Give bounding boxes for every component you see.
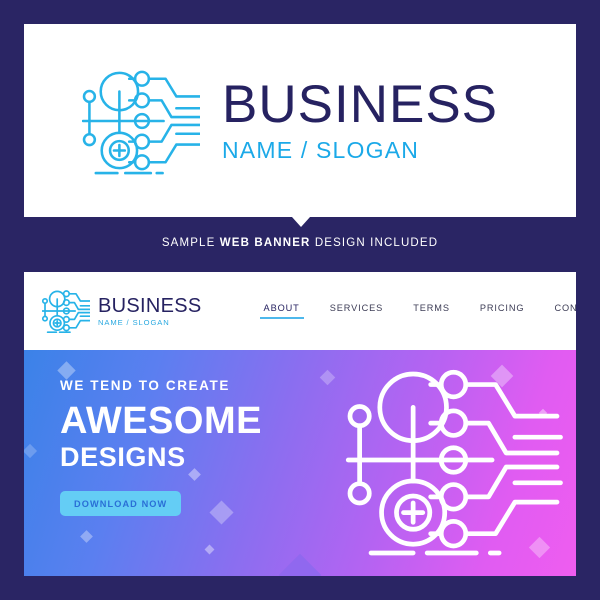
download-now-button[interactable]: DOWNLOAD NOW [60, 491, 182, 517]
nav-link-terms[interactable]: TERMS [413, 303, 450, 319]
decorative-diamond [24, 443, 38, 459]
network-nodes-icon [42, 290, 90, 334]
sample-banner-note: SAMPLE WEB BANNER DESIGN INCLUDED [0, 228, 600, 258]
nav-link-pricing[interactable]: PRICING [480, 303, 525, 319]
network-nodes-icon [345, 369, 563, 556]
sample-note-prefix: SAMPLE [161, 237, 220, 249]
network-nodes-icon [82, 70, 200, 174]
nav-link-contact[interactable]: CONTACT [554, 303, 576, 319]
navbar-brand-text: BUSINESS NAME / SLOGAN [98, 296, 202, 327]
hero-kicker: WE TEND TO CREATE [60, 378, 230, 393]
sample-note-emphasis: WEB BANNER [219, 237, 311, 249]
sample-note-suffix: DESIGN INCLUDED [310, 237, 439, 249]
decorative-diamond [57, 361, 76, 380]
logo-lockup: BUSINESS NAME / SLOGAN [82, 65, 498, 177]
decorative-diamond [204, 544, 215, 555]
banner-bottom-notch [24, 553, 576, 576]
hero-banner: WE TEND TO CREATE AWESOME DESIGNS DOWNLO… [24, 350, 576, 576]
navbar-links: ABOUT SERVICES TERMS PRICING CONTACT [259, 303, 576, 319]
nav-link-services[interactable]: SERVICES [330, 303, 384, 319]
hero-copy: WE TEND TO CREATE AWESOME DESIGNS DOWNLO… [60, 378, 262, 517]
logo-text-block: BUSINESS NAME / SLOGAN [222, 78, 498, 164]
decorative-diamond [80, 530, 93, 543]
navbar-brand-slogan: NAME / SLOGAN [98, 317, 170, 327]
navbar-brand-title: BUSINESS [98, 294, 202, 317]
navbar-brand[interactable]: BUSINESS NAME / SLOGAN [42, 288, 202, 334]
logo-title: BUSINESS [222, 74, 499, 134]
site-navbar: BUSINESS NAME / SLOGAN ABOUT SERVICES TE… [24, 272, 576, 350]
nav-link-about[interactable]: ABOUT [259, 303, 304, 319]
poster-canvas: BUSINESS NAME / SLOGAN SAMPLE WEB BANNER… [0, 0, 600, 600]
hero-headline: AWESOME [60, 400, 262, 442]
hero-subhead: DESIGNS [60, 441, 186, 472]
logo-slogan: NAME / SLOGAN [222, 136, 420, 163]
decorative-diamond [319, 369, 336, 386]
logo-presentation-card: BUSINESS NAME / SLOGAN [24, 24, 576, 217]
web-banner-card: BUSINESS NAME / SLOGAN ABOUT SERVICES TE… [24, 272, 576, 576]
card-notch [292, 217, 310, 227]
